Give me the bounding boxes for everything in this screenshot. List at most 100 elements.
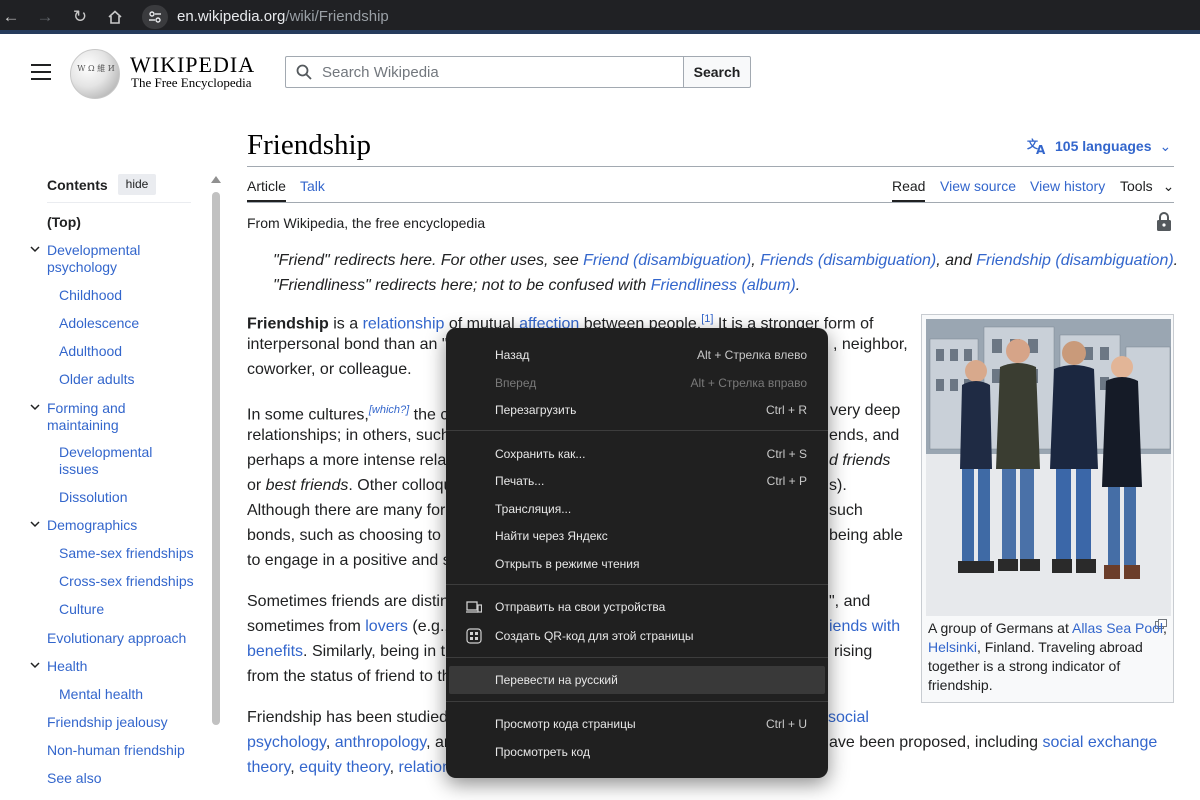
link-relational[interactable]: relation	[398, 759, 450, 776]
citation-1[interactable]: [1]	[701, 313, 713, 325]
hatnote-text: ,	[751, 252, 761, 269]
toc-item-dissolution[interactable]: Dissolution	[59, 489, 127, 506]
menu-item-forward[interactable]: Вперед Alt + Стрелка вправо	[446, 369, 828, 397]
chevron-down-icon[interactable]	[29, 659, 41, 671]
chevron-down-icon[interactable]	[29, 243, 41, 255]
tab-read[interactable]: Read	[892, 178, 926, 202]
send-to-devices-icon	[466, 601, 482, 613]
toc-hide-button[interactable]: hide	[118, 174, 156, 195]
toc-item-same-sex-friendships[interactable]: Same-sex friendships	[59, 545, 194, 562]
tools-menu[interactable]: Tools ⌄	[1120, 178, 1174, 195]
back-arrow-icon[interactable]: ←	[0, 6, 22, 28]
link-anthropology[interactable]: anthropology	[335, 734, 426, 751]
paragraph-2-line-6: bonds, such as choosing to b	[247, 527, 455, 544]
menu-item-send-to-devices[interactable]: Отправить на свои устройства	[446, 593, 828, 621]
menu-item-back[interactable]: Назад Alt + Стрелка влево	[446, 341, 828, 369]
link-friends-disambiguation[interactable]: Friends (disambiguation)	[760, 252, 936, 269]
link-friendliness-album[interactable]: Friendliness (album)	[651, 277, 796, 294]
menu-item-view-source[interactable]: Просмотр кода страницы Ctrl + U	[446, 710, 828, 738]
toc-item-top[interactable]: (Top)	[47, 214, 81, 231]
main-menu-icon[interactable]	[31, 64, 51, 80]
friends-photo[interactable]	[926, 319, 1171, 616]
menu-item-shortcut: Alt + Стрелка влево	[696, 348, 807, 362]
wikipedia-globe-logo[interactable]	[70, 49, 120, 99]
tab-view-source[interactable]: View source	[940, 178, 1016, 194]
toc-scrollbar-thumb[interactable]	[212, 192, 220, 725]
link-friend-disambiguation[interactable]: Friend (disambiguation)	[583, 252, 751, 269]
tools-label: Tools	[1120, 178, 1153, 194]
scroll-up-arrow-icon[interactable]	[211, 176, 221, 183]
home-icon[interactable]	[104, 6, 126, 28]
menu-item-label: Просмотреть код	[495, 745, 590, 759]
toc-item-adulthood[interactable]: Adulthood	[59, 343, 122, 360]
menu-item-reload[interactable]: Перезагрузить Ctrl + R	[446, 396, 828, 424]
toc-item-evolutionary-approach[interactable]: Evolutionary approach	[47, 630, 186, 647]
tab-view-history[interactable]: View history	[1030, 178, 1105, 194]
lock-icon[interactable]	[1156, 212, 1172, 232]
search-button[interactable]: Search	[683, 56, 751, 88]
toc-item-health[interactable]: Health	[47, 658, 87, 675]
toc-item-cross-sex-friendships[interactable]: Cross-sex friendships	[59, 573, 194, 590]
caption-text: ,	[1163, 620, 1167, 636]
link-lovers[interactable]: lovers	[365, 618, 408, 635]
search-input[interactable]	[320, 62, 670, 82]
toc-item-see-also[interactable]: See also	[47, 770, 101, 787]
text: . Other colloqu	[348, 477, 453, 494]
menu-item-qr-code[interactable]: Создать QR-код для этой страницы	[446, 622, 828, 650]
paragraph-4-line-1: Friendship has been studied	[247, 709, 449, 726]
paragraph-4-line-3: theory, equity theory, relation	[247, 755, 451, 780]
menu-item-print[interactable]: Печать... Ctrl + P	[446, 467, 828, 495]
languages-button[interactable]: 文 A 105 languages ⌄	[1027, 137, 1171, 157]
site-info-icon[interactable]	[142, 5, 168, 29]
menu-item-save-as[interactable]: Сохранить как... Ctrl + S	[446, 440, 828, 468]
paragraph-3-line-1-end: ", and	[829, 593, 871, 610]
toc-item-developmental-psychology[interactable]: Developmental psychology	[47, 242, 157, 276]
hatnote-friendliness: "Friendliness" redirects here; not to be…	[273, 277, 800, 295]
menu-item-cast[interactable]: Трансляция...	[446, 495, 828, 523]
link-friendship-disambiguation[interactable]: Friendship (disambiguation)	[976, 252, 1173, 269]
toc-item-mental-health[interactable]: Mental health	[59, 686, 143, 703]
text: or	[247, 477, 266, 494]
menu-item-inspect[interactable]: Просмотреть код	[446, 738, 828, 766]
toc-item-culture[interactable]: Culture	[59, 601, 104, 618]
toc-item-non-human-friendship[interactable]: Non-human friendship	[47, 742, 185, 759]
menu-item-label: Печать...	[495, 474, 545, 488]
toc-item-childhood[interactable]: Childhood	[59, 287, 122, 304]
link-theory[interactable]: theory	[247, 759, 290, 776]
link-psychology[interactable]: psychology	[247, 734, 326, 751]
link-social-exchange[interactable]: social exchange	[1043, 734, 1158, 751]
paragraph-2-line-2-end: ends, and	[829, 427, 900, 444]
address-bar[interactable]: en.wikipedia.org/wiki/Friendship	[177, 8, 389, 25]
chevron-down-icon[interactable]	[29, 518, 41, 530]
toc-item-friendship-jealousy[interactable]: Friendship jealousy	[47, 714, 168, 731]
link-allas-sea-pool[interactable]: Allas Sea Pool	[1072, 620, 1163, 636]
chevron-down-icon[interactable]	[29, 401, 41, 413]
link-helsinki[interactable]: Helsinki	[928, 639, 977, 655]
menu-item-translate[interactable]: Перевести на русский	[449, 666, 825, 694]
toc-item-forming-and-maintaining[interactable]: Forming and maintaining	[47, 400, 147, 434]
languages-label: 105 languages	[1055, 138, 1152, 154]
menu-item-label: Найти через Яндекс	[495, 529, 608, 543]
menu-item-label: Перевести на русский	[495, 673, 618, 687]
link-social-psychology[interactable]: social	[828, 705, 869, 730]
toc-item-older-adults[interactable]: Older adults	[59, 371, 134, 388]
link-friends-with-benefits[interactable]: iends with	[829, 614, 900, 639]
reload-icon[interactable]: ↻	[69, 6, 91, 28]
tab-article[interactable]: Article	[247, 178, 286, 202]
which-tag[interactable]: [which?]	[369, 404, 409, 416]
forward-arrow-icon[interactable]: →	[34, 6, 56, 28]
menu-item-search-yandex[interactable]: Найти через Яндекс	[446, 522, 828, 550]
search-box[interactable]	[285, 56, 684, 88]
toc-item-developmental-issues[interactable]: Developmental issues	[59, 444, 169, 478]
link-relationship[interactable]: relationship	[363, 315, 445, 332]
toc-item-demographics[interactable]: Demographics	[47, 517, 137, 534]
menu-item-shortcut: Ctrl + R	[765, 403, 807, 417]
tab-talk[interactable]: Talk	[300, 178, 325, 194]
menu-item-reading-mode[interactable]: Открыть в режиме чтения	[446, 550, 828, 578]
text: ,	[290, 759, 300, 776]
link-equity-theory[interactable]: equity theory	[299, 759, 389, 776]
toc-item-adolescence[interactable]: Adolescence	[59, 315, 139, 332]
link-benefits[interactable]: benefits	[247, 643, 303, 660]
paragraph-2-line-3: perhaps a more intense relat	[247, 452, 451, 469]
menu-separator	[446, 584, 828, 585]
